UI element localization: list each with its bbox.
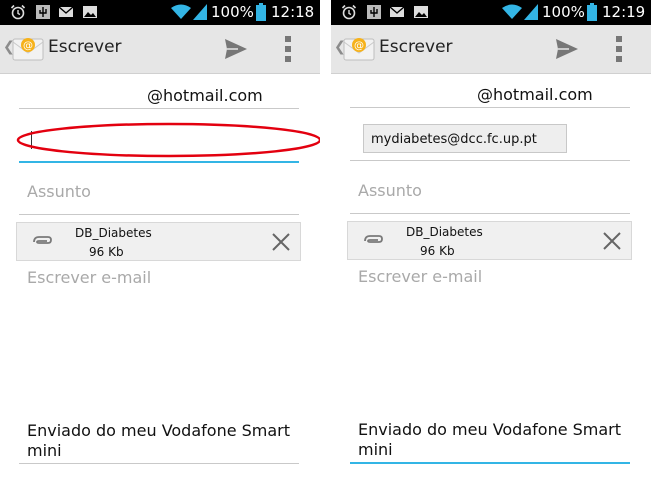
right-screen: 100% 12:19 ❮ @ Escrever @hotmail.com myd… xyxy=(331,0,651,481)
signal-icon xyxy=(193,4,207,20)
svg-text:@: @ xyxy=(354,41,364,52)
mail-icon xyxy=(389,6,405,17)
body-underline[interactable] xyxy=(350,462,630,464)
email-app-icon[interactable]: @ xyxy=(12,36,44,62)
mail-icon xyxy=(58,6,74,17)
attachment-name: DB_Diabetes xyxy=(406,225,483,239)
status-bar: 100% 12:19 xyxy=(331,0,651,25)
paperclip-icon xyxy=(33,236,52,244)
picture-icon xyxy=(83,6,97,18)
wifi-icon xyxy=(171,4,191,19)
left-screen: 100% 12:18 ❮ @ Escrever @hotmail.com Ass… xyxy=(0,0,320,481)
battery-icon xyxy=(256,3,266,21)
picture-icon xyxy=(414,6,428,18)
panel-divider xyxy=(320,0,331,481)
attachment-size: 96 Kb xyxy=(89,245,124,259)
body-placeholder[interactable]: Escrever e-mail xyxy=(27,268,151,287)
signature-text[interactable]: Enviado do meu Vodafone Smart mini xyxy=(358,420,628,460)
svg-text:@: @ xyxy=(23,41,33,52)
usb-icon xyxy=(36,5,50,19)
to-field-underline xyxy=(350,107,630,108)
usb-icon xyxy=(367,5,381,19)
to-field-value[interactable]: @hotmail.com xyxy=(147,86,263,105)
to-field-value[interactable]: @hotmail.com xyxy=(477,85,593,104)
clock: 12:19 xyxy=(602,3,646,21)
highlight-ellipse xyxy=(16,122,320,158)
to-field-underline xyxy=(19,108,299,109)
attachment-card[interactable]: DB_Diabetes 96 Kb xyxy=(16,222,301,261)
body-underline xyxy=(19,463,299,464)
action-bar: ❮ @ Escrever xyxy=(0,25,320,74)
clock: 12:18 xyxy=(271,3,315,21)
cc-field-underline xyxy=(350,160,630,161)
paperclip-icon xyxy=(364,235,383,243)
battery-icon xyxy=(587,3,597,21)
attachment-name: DB_Diabetes xyxy=(75,226,152,240)
subject-underline xyxy=(19,214,299,215)
send-icon[interactable] xyxy=(555,38,579,60)
battery-percent: 100% xyxy=(211,3,254,21)
battery-percent: 100% xyxy=(542,3,585,21)
close-icon[interactable] xyxy=(272,233,290,251)
action-bar: ❮ @ Escrever xyxy=(331,25,651,74)
alarm-icon xyxy=(10,4,26,20)
subject-placeholder[interactable]: Assunto xyxy=(358,181,422,200)
signature-text[interactable]: Enviado do meu Vodafone Smart mini xyxy=(27,421,297,461)
screen-title: Escrever xyxy=(379,37,453,57)
body-placeholder[interactable]: Escrever e-mail xyxy=(358,267,482,286)
cc-recipient-chip[interactable]: mydiabetes@dcc.fc.up.pt xyxy=(363,124,567,153)
attachment-size: 96 Kb xyxy=(420,244,455,258)
subject-underline xyxy=(350,213,630,214)
attachment-card[interactable]: DB_Diabetes 96 Kb xyxy=(347,221,632,260)
status-bar: 100% 12:18 xyxy=(0,0,320,25)
alarm-icon xyxy=(341,4,357,20)
email-app-icon[interactable]: @ xyxy=(343,36,375,62)
cc-field-underline[interactable] xyxy=(19,161,299,163)
send-icon[interactable] xyxy=(224,38,248,60)
more-vert-icon[interactable] xyxy=(285,36,291,62)
subject-placeholder[interactable]: Assunto xyxy=(27,182,91,201)
signal-icon xyxy=(524,4,538,20)
wifi-icon xyxy=(502,4,522,19)
close-icon[interactable] xyxy=(603,232,621,250)
more-vert-icon[interactable] xyxy=(616,36,622,62)
screen-title: Escrever xyxy=(48,37,122,57)
